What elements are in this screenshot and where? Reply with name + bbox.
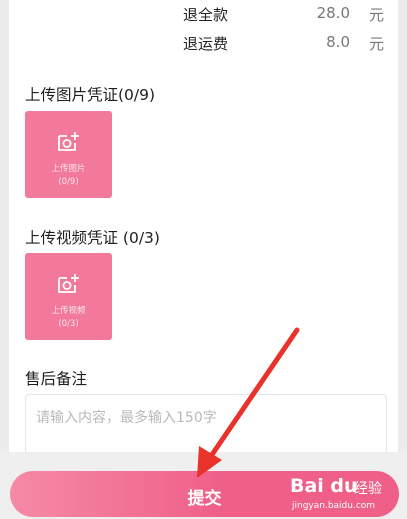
baidu-watermark: Bai du 经验 jingyan.baidu.com <box>290 473 400 517</box>
upload-video-button[interactable]: 上传视频 (0/3) <box>25 253 112 340</box>
refund-row-shipping: 退运费 8.0 元 <box>9 33 398 57</box>
watermark-url: jingyan.baidu.com <box>292 501 376 511</box>
after-sale-form: 退全款 28.0 元 退运费 8.0 元 上传图片凭证(0/9) 上传图片 (0… <box>9 0 398 458</box>
refund-shipping-unit: 元 <box>368 35 384 53</box>
refund-row-full: 退全款 28.0 元 <box>9 4 398 28</box>
watermark-logo: Bai du <box>290 475 358 497</box>
add-video-icon <box>58 274 79 293</box>
remarks-input[interactable]: 请输入内容，最多输入150字 <box>25 394 387 458</box>
upload-image-label: 上传图片 <box>51 164 86 174</box>
remarks-placeholder: 请输入内容，最多输入150字 <box>36 410 217 426</box>
refund-full-unit: 元 <box>368 6 384 24</box>
refund-full-value: 28.0 <box>316 4 350 22</box>
upload-video-label: 上传视频 <box>51 306 86 316</box>
refund-shipping-label: 退运费 <box>183 35 229 53</box>
watermark-label: 经验 <box>354 481 382 497</box>
add-photo-icon <box>58 132 79 151</box>
upload-image-count: (0/9) <box>58 177 79 187</box>
upload-image-button[interactable]: 上传图片 (0/9) <box>25 111 112 198</box>
image-upload-title: 上传图片凭证(0/9) <box>25 86 156 104</box>
remarks-title: 售后备注 <box>25 370 88 388</box>
refund-shipping-value: 8.0 <box>326 33 350 51</box>
video-upload-title: 上传视频凭证 (0/3) <box>25 229 160 247</box>
upload-video-count: (0/3) <box>58 319 79 329</box>
refund-full-label: 退全款 <box>183 6 229 24</box>
